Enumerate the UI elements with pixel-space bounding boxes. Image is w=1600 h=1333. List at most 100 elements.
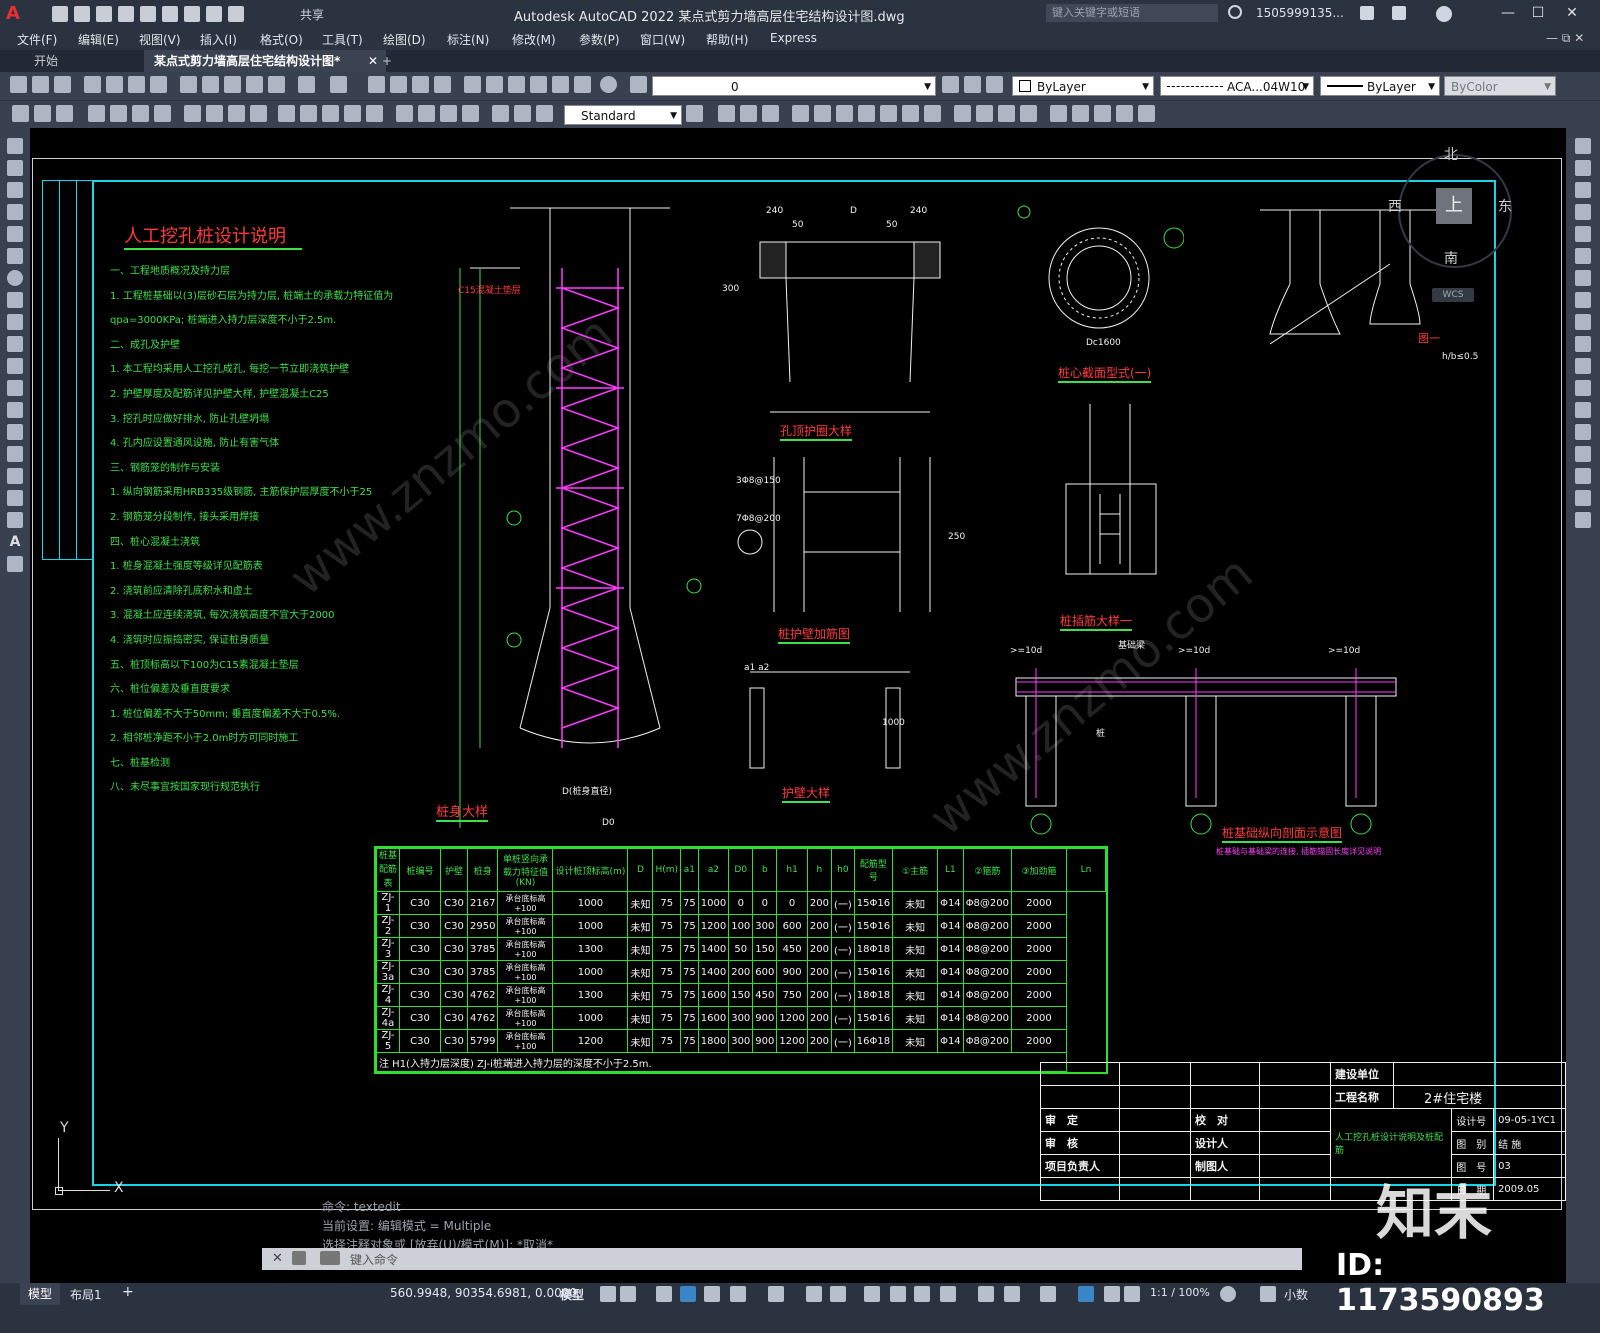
plot-icon[interactable] xyxy=(84,76,101,93)
move-icon[interactable] xyxy=(1575,248,1591,264)
model-space-toggle[interactable]: 模型 xyxy=(560,1286,584,1303)
menu-view[interactable]: 视图(V) xyxy=(139,31,181,48)
annotation-monitor-icon[interactable] xyxy=(1260,1286,1276,1302)
3d-print-icon[interactable] xyxy=(150,76,167,93)
angular-dim-icon[interactable] xyxy=(250,105,267,122)
jogged-linear-icon[interactable] xyxy=(462,105,479,122)
region-icon[interactable] xyxy=(7,490,23,506)
intersect-icon[interactable] xyxy=(924,105,941,122)
layer-previous-icon[interactable] xyxy=(964,76,981,93)
menu-dimension[interactable]: 标注(N) xyxy=(447,31,489,48)
object-snap-icon[interactable] xyxy=(806,1286,822,1302)
save-icon[interactable] xyxy=(54,76,71,93)
view-left-icon[interactable] xyxy=(998,105,1015,122)
menu-edit[interactable]: 编辑(E) xyxy=(78,31,119,48)
web-open-icon[interactable] xyxy=(140,6,156,22)
viewcube-north[interactable]: 北 xyxy=(1444,144,1458,164)
sweep-icon[interactable] xyxy=(836,105,853,122)
menu-insert[interactable]: 插入(I) xyxy=(200,31,237,48)
drawing-canvas[interactable]: www.znzmo.com www.znzmo.com 人工挖孔桩设计说明 一、… xyxy=(30,128,1566,1283)
extend-icon[interactable] xyxy=(1575,358,1591,374)
gizmo-icon[interactable] xyxy=(1040,1286,1056,1302)
dynamic-ucs-icon[interactable] xyxy=(978,1286,994,1302)
layer-match-icon[interactable] xyxy=(942,76,959,93)
open-icon[interactable] xyxy=(32,76,49,93)
help-icon[interactable] xyxy=(600,76,617,93)
isodraft-icon[interactable] xyxy=(730,1286,746,1302)
recent-commands-icon[interactable] xyxy=(320,1251,340,1265)
color-dropdown[interactable]: ByLayer ▼ xyxy=(1012,76,1154,96)
auto-scale-icon[interactable] xyxy=(1104,1286,1120,1302)
markup-icon[interactable] xyxy=(552,76,569,93)
tool-palettes-icon[interactable] xyxy=(508,76,525,93)
viewcube-east[interactable]: 东 xyxy=(1498,196,1512,216)
help-icon[interactable] xyxy=(1436,6,1452,22)
explode-icon[interactable] xyxy=(1575,512,1591,528)
save-as-icon[interactable] xyxy=(118,6,134,22)
copy-object-icon[interactable] xyxy=(1575,160,1591,176)
aligned-dim-icon[interactable] xyxy=(110,105,127,122)
copy-icon[interactable] xyxy=(202,76,219,93)
ortho-icon[interactable] xyxy=(680,1286,696,1302)
units-value[interactable]: 小数 xyxy=(1284,1286,1308,1303)
print-icon[interactable] xyxy=(184,6,200,22)
dim-update-icon[interactable] xyxy=(536,105,553,122)
ucs-object-icon[interactable] xyxy=(1138,105,1155,122)
subtract-icon[interactable] xyxy=(902,105,919,122)
table-icon[interactable] xyxy=(7,512,23,528)
polygon-icon[interactable] xyxy=(7,204,23,220)
layer-properties-icon[interactable] xyxy=(630,76,647,93)
lineweight-dropdown[interactable]: ByLayer ▼ xyxy=(1320,76,1440,96)
viewcube[interactable]: 上 北 南 东 西 xyxy=(1388,147,1512,268)
add-selected-icon[interactable] xyxy=(7,556,23,572)
infer-constraints-icon[interactable] xyxy=(656,1286,672,1302)
extrude-icon[interactable] xyxy=(792,105,809,122)
baseline-dim-icon[interactable] xyxy=(300,105,317,122)
plotstyle-dropdown[interactable]: ByColor ▼ xyxy=(1444,76,1556,96)
make-block-icon[interactable] xyxy=(7,402,23,418)
selection-filter-icon[interactable] xyxy=(1004,1286,1020,1302)
annotation-scale-value[interactable]: 1:1 / 100% xyxy=(1150,1286,1210,1299)
menu-draw[interactable]: 绘图(D) xyxy=(383,31,426,48)
calculator-icon[interactable] xyxy=(574,76,591,93)
menu-file[interactable]: 文件(F) xyxy=(17,31,57,48)
layer-tool-icon[interactable] xyxy=(34,105,51,122)
view-iso-icon[interactable] xyxy=(1020,105,1037,122)
qdim-icon[interactable] xyxy=(12,105,29,122)
arc-length-icon[interactable] xyxy=(132,105,149,122)
cylinder-icon[interactable] xyxy=(740,105,757,122)
menu-tools[interactable]: 工具(T) xyxy=(322,31,363,48)
tab-layout1[interactable]: 布局1 xyxy=(70,1286,102,1303)
diameter-dim-icon[interactable] xyxy=(228,105,245,122)
doc-window-controls[interactable]: — ⧉ ✕ xyxy=(1546,31,1584,46)
share-button[interactable]: 共享 xyxy=(300,6,324,23)
ellipse-icon[interactable] xyxy=(7,336,23,352)
selection-cycling-icon[interactable] xyxy=(914,1286,930,1302)
center-mark-icon[interactable] xyxy=(418,105,435,122)
loft-icon[interactable] xyxy=(858,105,875,122)
dim-break-icon[interactable] xyxy=(366,105,383,122)
menu-parametric[interactable]: 参数(P) xyxy=(579,31,620,48)
line-icon[interactable] xyxy=(7,138,23,154)
jogged-dim-icon[interactable] xyxy=(206,105,223,122)
app-logo[interactable]: A xyxy=(6,3,20,24)
revision-cloud-icon[interactable] xyxy=(7,292,23,308)
viewcube-top-face[interactable]: 上 xyxy=(1436,188,1472,224)
maximize-button[interactable]: ☐ xyxy=(1528,4,1548,22)
redo-icon[interactable] xyxy=(228,6,244,22)
dim-edit-icon[interactable] xyxy=(492,105,509,122)
rotate-icon[interactable] xyxy=(1575,270,1591,286)
fillet-icon[interactable] xyxy=(1575,468,1591,484)
blend-curves-icon[interactable] xyxy=(1575,490,1591,506)
snap-icon[interactable] xyxy=(620,1286,636,1302)
design-center-icon[interactable] xyxy=(486,76,503,93)
object-snap-tracking-icon[interactable] xyxy=(768,1286,784,1302)
ordinate-dim-icon[interactable] xyxy=(154,105,171,122)
tab-start[interactable]: 开始 xyxy=(24,50,68,72)
zoom-previous-icon[interactable] xyxy=(434,76,451,93)
command-input[interactable]: 键入命令 xyxy=(350,1251,398,1268)
arc-icon[interactable] xyxy=(7,248,23,264)
dynamic-input-icon[interactable] xyxy=(830,1286,846,1302)
3d-osnap-icon[interactable] xyxy=(940,1286,956,1302)
publish-icon[interactable] xyxy=(128,76,145,93)
